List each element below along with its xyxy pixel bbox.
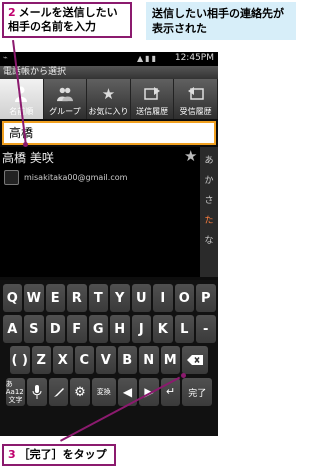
- key[interactable]: B: [117, 346, 137, 374]
- status-bar: ⌁ ▲▮▮ 12:45PM: [0, 52, 218, 66]
- tab-bar: 名前順 グループ ★ お気に入り 送信履歴 受信履歴: [0, 79, 218, 119]
- gear-icon: ⚙: [74, 384, 86, 400]
- input-mode-top: あAa12: [5, 380, 24, 396]
- key[interactable]: W: [24, 284, 44, 312]
- step2-number: 2: [8, 6, 16, 19]
- done-label: 完了: [188, 388, 207, 399]
- app-title: 電話帳から選択: [0, 66, 218, 79]
- usb-icon: ⌁: [3, 53, 8, 62]
- tab-label: グループ: [49, 107, 81, 116]
- contact-name[interactable]: 高橋 美咲: [2, 149, 54, 166]
- step3-callout: 3 ［完了］をタップ: [2, 444, 116, 466]
- backspace-key[interactable]: [182, 346, 208, 374]
- key[interactable]: D: [45, 315, 65, 343]
- tab-favorites[interactable]: ★ お気に入り: [87, 79, 131, 119]
- convert-label: 変換: [96, 388, 111, 396]
- phone-screen: ⌁ ▲▮▮ 12:45PM 電話帳から選択 名前順 グループ ★ お気に入り 送…: [0, 52, 218, 436]
- keyboard-row-4: あAa12 文字 ⚙ 変換 ◀ ▶ ↵: [0, 378, 218, 406]
- key[interactable]: O: [174, 284, 194, 312]
- backspace-icon: [187, 355, 203, 365]
- key[interactable]: E: [45, 284, 65, 312]
- key[interactable]: M: [160, 346, 180, 374]
- key[interactable]: J: [131, 315, 151, 343]
- index-letter[interactable]: な: [204, 231, 213, 251]
- index-letter[interactable]: か: [204, 171, 213, 191]
- return-icon: ↵: [165, 385, 176, 398]
- search-input[interactable]: 高橋: [2, 121, 216, 145]
- handwriting-key[interactable]: [48, 378, 69, 406]
- tab-label: 受信履歴: [179, 107, 212, 116]
- pen-icon: [53, 388, 64, 397]
- email-checkbox[interactable]: [4, 170, 19, 185]
- contact-list: 高橋 美咲 ★ misakitaka00@gmail.com: [0, 147, 200, 277]
- microphone-icon: [32, 385, 42, 399]
- voice-input-key[interactable]: [27, 378, 47, 406]
- key[interactable]: X: [53, 346, 73, 374]
- tab-received-history[interactable]: 受信履歴: [174, 79, 218, 119]
- received-history-icon: [187, 85, 204, 103]
- favorite-star-icon[interactable]: ★: [184, 147, 197, 165]
- keyboard-row-1: Q W E R T Y U I O P: [0, 284, 218, 312]
- arrow-left-icon: ◀: [122, 385, 133, 399]
- index-letter[interactable]: あ: [204, 151, 213, 171]
- key[interactable]: F: [67, 315, 87, 343]
- key[interactable]: N: [139, 346, 159, 374]
- key[interactable]: Z: [31, 346, 51, 374]
- keyboard-row-3: ( ) Z X C V B N M: [0, 346, 218, 374]
- key[interactable]: C: [74, 346, 94, 374]
- key[interactable]: H: [110, 315, 130, 343]
- key[interactable]: R: [67, 284, 87, 312]
- tab-sent-history[interactable]: 送信履歴: [131, 79, 175, 119]
- step3-text: ［完了］をタップ: [18, 448, 107, 461]
- key[interactable]: P: [196, 284, 216, 312]
- tab-label: お気に入り: [88, 107, 129, 116]
- key[interactable]: Y: [110, 284, 130, 312]
- key[interactable]: L: [174, 315, 194, 343]
- key[interactable]: Q: [2, 284, 22, 312]
- step2-callout: 2 メールを送信したい相手の名前を入力: [2, 2, 132, 38]
- status-time: 12:45PM: [174, 53, 214, 63]
- key[interactable]: A: [2, 315, 22, 343]
- result-text: 送信したい相手の連絡先が表示された: [152, 7, 284, 35]
- index-letter[interactable]: さ: [204, 191, 213, 211]
- convert-key[interactable]: 変換: [91, 378, 116, 406]
- keyboard-row-2: A S D F G H J K L -: [0, 315, 218, 343]
- input-mode-key[interactable]: あAa12 文字: [5, 378, 26, 406]
- contact-email[interactable]: misakitaka00@gmail.com: [24, 173, 127, 182]
- index-letter[interactable]: た: [204, 211, 213, 231]
- step3-number: 3: [8, 448, 16, 461]
- kana-index[interactable]: あ か さ た な: [200, 147, 218, 277]
- key[interactable]: S: [24, 315, 44, 343]
- tab-group[interactable]: グループ: [44, 79, 88, 119]
- star-icon: ★: [101, 85, 116, 103]
- key[interactable]: -: [196, 315, 216, 343]
- input-mode-bottom: 文字: [8, 396, 23, 404]
- settings-key[interactable]: ⚙: [70, 378, 90, 406]
- key[interactable]: V: [96, 346, 116, 374]
- key[interactable]: K: [153, 315, 173, 343]
- step2-leader-dot: [23, 142, 28, 147]
- key[interactable]: ( ): [10, 346, 30, 374]
- step3-leader-dot: [181, 373, 186, 378]
- key[interactable]: G: [88, 315, 108, 343]
- step2-text: メールを送信したい相手の名前を入力: [8, 6, 118, 33]
- key[interactable]: I: [153, 284, 173, 312]
- sent-history-icon: [144, 85, 161, 103]
- result-callout: 送信したい相手の連絡先が表示された: [146, 2, 296, 40]
- done-key[interactable]: 完了: [182, 378, 213, 406]
- signal-icon: ▲▮▮: [137, 54, 158, 63]
- tab-label: 送信履歴: [136, 107, 169, 116]
- group-icon: [56, 85, 73, 103]
- key[interactable]: U: [131, 284, 151, 312]
- key[interactable]: T: [88, 284, 108, 312]
